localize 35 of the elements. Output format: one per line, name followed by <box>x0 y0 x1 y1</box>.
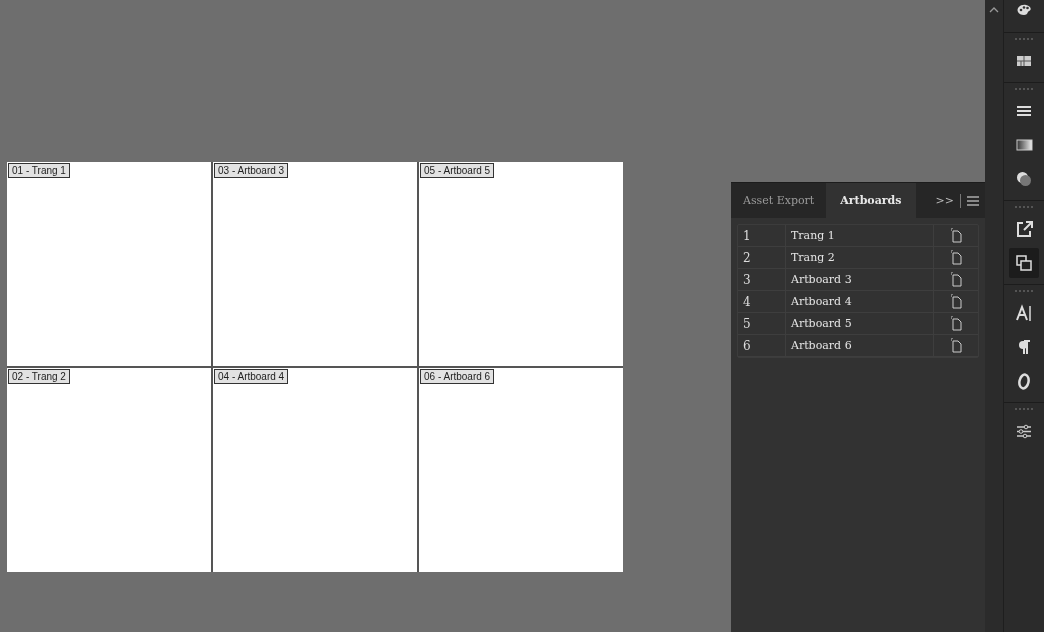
panel-tab[interactable]: Artboards <box>826 183 916 218</box>
artboard-options-icon[interactable] <box>950 250 962 265</box>
artboard-name[interactable]: Artboard 4 <box>786 291 934 312</box>
artboard-name[interactable]: Artboard 6 <box>786 335 934 356</box>
artboard-options-icon[interactable] <box>950 272 962 287</box>
artboard-number: 3 <box>738 269 786 290</box>
artboard-label[interactable]: 01 - Trang 1 <box>8 163 70 178</box>
sliders-icon[interactable] <box>1015 422 1033 440</box>
artboard-label[interactable]: 03 - Artboard 3 <box>214 163 289 178</box>
character-icon[interactable] <box>1015 304 1033 322</box>
gradient-icon[interactable] <box>1015 136 1033 154</box>
artboard-name[interactable]: Artboard 3 <box>786 269 934 290</box>
artboard-name[interactable]: Trang 1 <box>786 225 934 246</box>
artboard-number: 4 <box>738 291 786 312</box>
menu-icon[interactable] <box>967 195 979 206</box>
artboard-label[interactable]: 02 - Trang 2 <box>8 369 70 384</box>
artboard-options-icon[interactable] <box>950 316 962 331</box>
artboard-number: 1 <box>738 225 786 246</box>
italic-o-icon[interactable] <box>1015 372 1033 390</box>
artboard-name[interactable]: Artboard 5 <box>786 313 934 334</box>
artboard-options-icon[interactable] <box>950 338 962 353</box>
artboard-name[interactable]: Trang 2 <box>786 247 934 268</box>
artboard-label[interactable]: 06 - Artboard 6 <box>420 369 495 384</box>
artboard-options-icon[interactable] <box>950 294 962 309</box>
collapse-icon[interactable] <box>989 7 999 13</box>
artboard-number: 5 <box>738 313 786 334</box>
artboard-options-icon[interactable] <box>950 228 962 243</box>
export-icon[interactable] <box>1015 220 1033 238</box>
artboard-label[interactable]: 04 - Artboard 4 <box>214 369 289 384</box>
artboard-number: 6 <box>738 335 786 356</box>
expand-button[interactable]: >> <box>935 194 954 207</box>
artboard-label[interactable]: 05 - Artboard 5 <box>420 163 495 178</box>
artboard-number: 2 <box>738 247 786 268</box>
overlapping-circles-icon[interactable] <box>1015 170 1033 188</box>
overlapping-squares-icon[interactable] <box>1015 254 1033 272</box>
